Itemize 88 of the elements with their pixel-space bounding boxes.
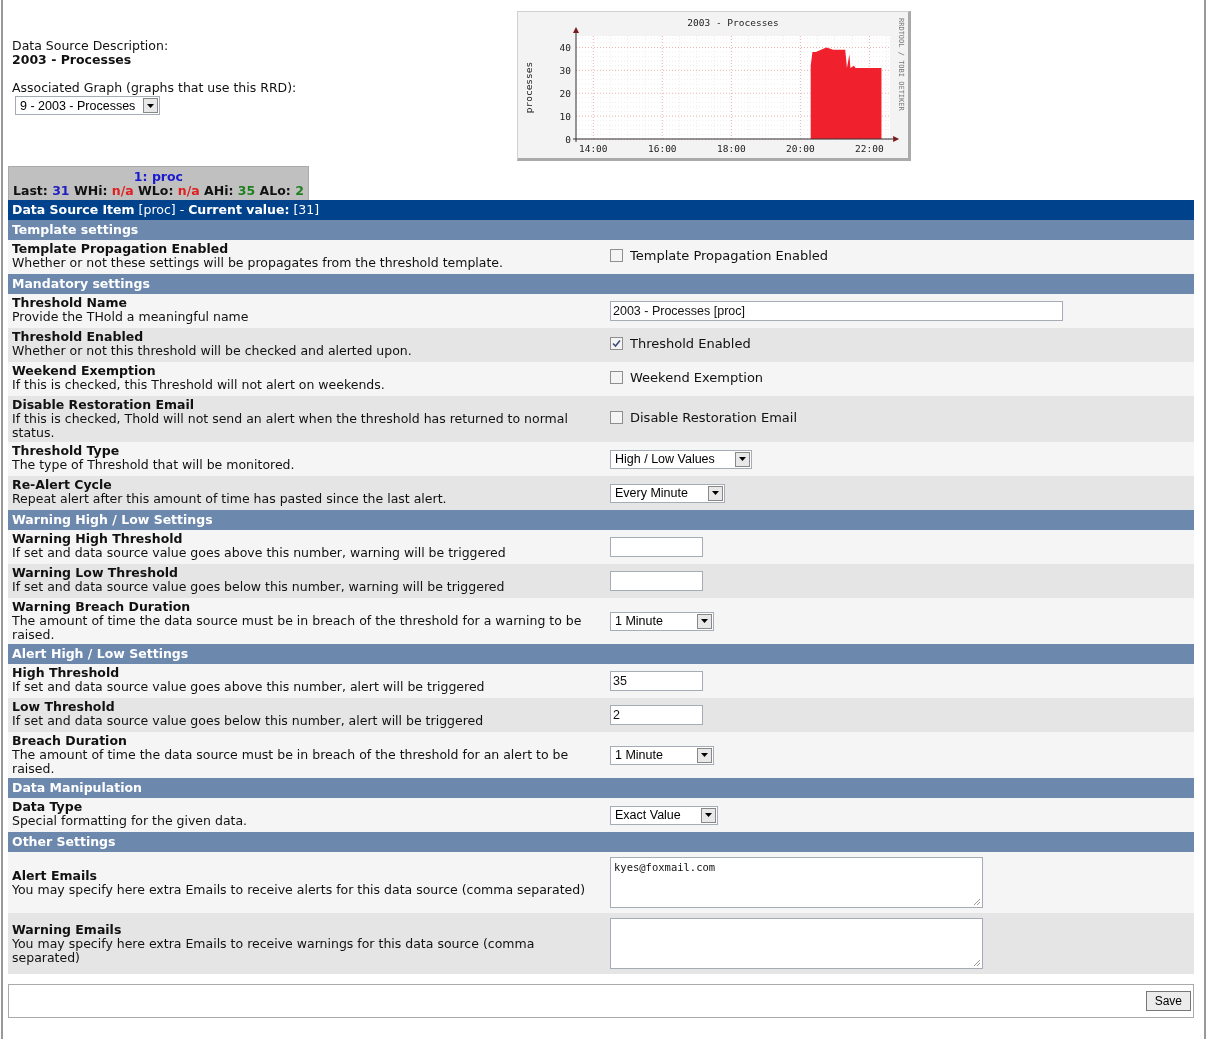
setting-description: Whether or not this threshold will be checked and alerted upon. xyxy=(12,344,413,358)
setting-label: Threshold Name xyxy=(12,296,128,310)
section-header: Alert High / Low Settings xyxy=(8,644,1194,664)
setting-label: Breach Duration xyxy=(12,734,128,748)
checkbox-label[interactable]: Disable Restoration Email xyxy=(630,409,798,425)
setting-label: Threshold Type xyxy=(12,444,121,458)
number-field[interactable]: 2 xyxy=(610,705,703,725)
number-field[interactable] xyxy=(610,537,703,557)
setting-description: If set and data source value goes below this number, alert will be triggered xyxy=(12,714,485,728)
field-label: Associated Graph (graphs that use this RRD): xyxy=(12,81,298,95)
checkbox[interactable] xyxy=(610,410,623,424)
checkbox[interactable] xyxy=(610,336,623,350)
x-tick-label: 14:00 xyxy=(578,143,608,154)
field-label: Data Source Description: xyxy=(12,38,169,53)
setting-label: Warning Emails xyxy=(12,922,123,937)
caret-icon xyxy=(696,613,712,629)
checkbox-label[interactable]: Threshold Enabled xyxy=(630,335,751,351)
save-button[interactable]: Save xyxy=(1145,991,1191,1011)
tab-title: 1: proc xyxy=(132,170,184,184)
setting-label: Re-Alert Cycle xyxy=(12,478,113,492)
data-source-tab[interactable]: 1: proc Last: 31 WHi: n/a WLo: n/a AHi: 35 ALo: 2 xyxy=(8,166,309,200)
setting-description: Repeat alert after this amount of time has pasted since the last alert. xyxy=(12,492,448,506)
stats-line: Last: 31 WHi: n/a WLo: n/a AHi: 35 ALo: 2 xyxy=(13,184,304,198)
y-tick-label: 0 xyxy=(565,133,571,145)
setting-label: Data Type xyxy=(12,800,84,814)
caret-icon xyxy=(700,807,716,823)
setting-label: Alert Emails xyxy=(12,868,98,883)
axis-label: processes xyxy=(523,61,534,114)
checkbox-label[interactable]: Template Propagation Enabled xyxy=(630,247,829,263)
chart-title: 2003 - Processes xyxy=(687,17,779,28)
caret-icon xyxy=(696,747,712,763)
setting-description: Provide the THold a meaningful name xyxy=(12,310,250,324)
caret-icon xyxy=(734,451,750,467)
setting-description: If set and data source value goes above this number, warning will be triggered xyxy=(12,546,507,560)
setting-description: You may specify here extra Emails to receive warnings for this data source (comma separated) xyxy=(12,936,536,965)
dropdown[interactable]: 1 Minute xyxy=(610,611,714,631)
setting-description: Whether or not these settings will be propagates from the threshold template. xyxy=(12,256,505,270)
setting-description: If set and data source value goes below this number, warning will be triggered xyxy=(12,580,506,594)
checkbox[interactable] xyxy=(610,248,623,262)
setting-description: If this is checked, Thold will not send an alert when the threshold has returned to normal status. xyxy=(12,412,569,440)
setting-label: Low Threshold xyxy=(12,700,116,714)
y-tick-label: 40 xyxy=(559,41,571,53)
setting-label: Warning Breach Duration xyxy=(12,600,192,614)
setting-label: Warning High Threshold xyxy=(12,532,184,546)
resize-grip-icon xyxy=(973,898,981,906)
section-header: Other Settings xyxy=(8,832,1194,852)
number-field[interactable]: 35 xyxy=(610,671,703,691)
setting-label: High Threshold xyxy=(12,666,121,680)
x-tick-label: 16:00 xyxy=(648,143,677,154)
setting-label: Weekend Exemption xyxy=(12,364,157,378)
dropdown[interactable]: 9 - 2003 - Processes xyxy=(15,96,161,115)
x-tick-label: 20:00 xyxy=(786,143,815,154)
y-tick-label: 10 xyxy=(559,110,571,122)
setting-label: Warning Low Threshold xyxy=(12,566,179,580)
setting-description: If set and data source value goes above this number, alert will be triggered xyxy=(12,680,486,694)
section-header: Data Manipulation xyxy=(8,778,1194,798)
setting-label: Threshold Enabled xyxy=(12,330,145,344)
setting-description: If this is checked, this Threshold will not alert on weekends. xyxy=(12,378,386,392)
setting-description: You may specify here extra Emails to receive alerts for this data source (comma separated) xyxy=(12,882,587,897)
setting-description: The amount of time the data source must be in breach of the threshold for a warning to be raised. xyxy=(12,614,583,642)
setting-description: The type of Threshold that will be monitored. xyxy=(12,458,296,472)
section-header: Template settings xyxy=(8,220,1194,240)
setting-label: Template Propagation Enabled xyxy=(12,242,230,256)
item-header: Data Source Item [proc] - Current value: [31] xyxy=(8,200,1194,220)
checkbox-label[interactable]: Weekend Exemption xyxy=(630,369,764,385)
dropdown[interactable]: Every Minute xyxy=(610,483,725,503)
x-tick-label: 18:00 xyxy=(717,143,746,154)
text-field[interactable]: 2003 - Processes [proc] xyxy=(610,301,1063,321)
section-header: Mandatory settings xyxy=(8,274,1194,294)
setting-description: The amount of time the data source must be in breach of the threshold for an alert to be raised. xyxy=(12,748,570,776)
y-tick-label: 30 xyxy=(559,64,571,76)
setting-label: Disable Restoration Email xyxy=(12,398,195,412)
section-header: Warning High / Low Settings xyxy=(8,510,1194,530)
field-value: kyes@foxmail.com xyxy=(614,861,716,873)
caret-icon xyxy=(143,98,159,113)
y-tick-label: 20 xyxy=(559,87,571,99)
dropdown[interactable]: 1 Minute xyxy=(610,745,714,765)
number-field[interactable] xyxy=(610,571,703,591)
dropdown[interactable]: Exact Value xyxy=(610,805,718,825)
resize-grip-icon xyxy=(973,959,981,967)
dropdown[interactable]: High / Low Values xyxy=(610,449,752,469)
caret-icon xyxy=(707,485,723,501)
textarea-field[interactable] xyxy=(610,918,983,969)
setting-description: Special formatting for the given data. xyxy=(12,814,249,828)
textarea-field[interactable]: kyes@foxmail.com xyxy=(610,857,983,908)
x-tick-label: 22:00 xyxy=(855,143,884,154)
checkbox[interactable] xyxy=(610,370,623,384)
description-value: 2003 - Processes xyxy=(12,52,132,67)
